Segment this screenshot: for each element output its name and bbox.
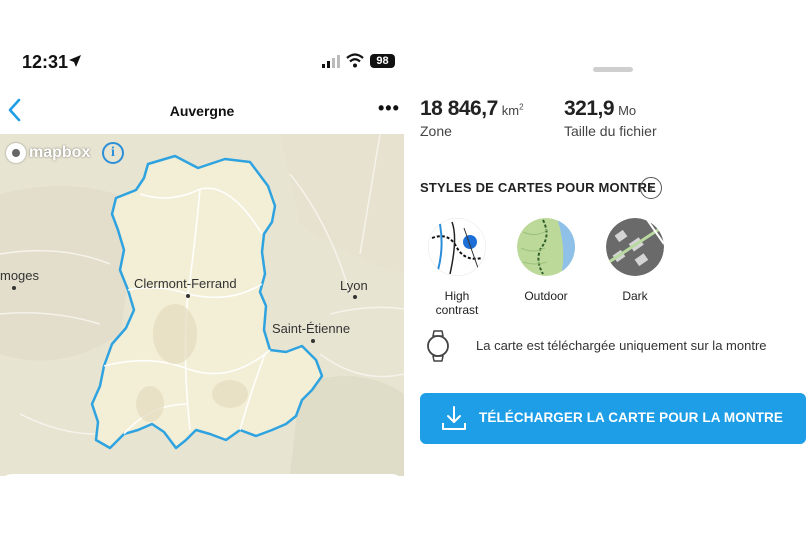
wifi-icon — [346, 53, 364, 68]
area-stat: 18 846,7 km2 Zone — [420, 97, 524, 139]
style-option-outdoor[interactable]: Outdoor — [506, 218, 586, 303]
signal-icon — [322, 55, 340, 68]
city-marker — [311, 339, 315, 343]
city-label-clermont-ferrand: Clermont-Ferrand — [134, 276, 237, 291]
city-marker — [353, 295, 357, 299]
area-value: 18 846,7 — [420, 97, 498, 120]
region-map[interactable]: mapbox i moges Clermont-Ferrand Lyon Sai… — [0, 134, 404, 476]
status-bar: 12:31 98 — [0, 0, 404, 90]
info-icon[interactable]: i — [640, 177, 662, 199]
style-option-dark[interactable]: Dark — [595, 217, 675, 303]
download-button-label: TÉLÉCHARGER LA CARTE POUR LA MONTRE — [479, 410, 783, 425]
download-sheet: 18 846,7 km2 Zone 321,9 Mo Taille du fichi… — [404, 0, 810, 540]
style-label-dark: Dark — [622, 289, 648, 303]
map-styles-title: STYLES DE CARTES POUR MONTRE — [420, 180, 657, 195]
city-label-saint-etienne: Saint-Étienne — [272, 321, 351, 336]
file-size-stat: 321,9 Mo Taille du fichier — [564, 97, 657, 139]
watch-icon — [427, 330, 449, 362]
area-unit: km2 — [501, 102, 524, 118]
location-arrow-icon — [69, 55, 81, 67]
high-contrast-thumbnail — [427, 217, 487, 277]
city-marker — [12, 286, 16, 290]
map-screen: 12:31 98 Auvergne ••• mapbox i moges Cle… — [0, 0, 404, 540]
sheet-grabber[interactable] — [593, 67, 633, 72]
style-label-outdoor: Outdoor — [524, 289, 568, 303]
battery-indicator: 98 — [370, 54, 395, 68]
city-marker — [186, 294, 190, 298]
download-note: La carte est téléchargée uniquement sur … — [476, 338, 767, 353]
file-size-value: 321,9 — [564, 97, 615, 120]
file-size-unit: Mo — [618, 103, 637, 118]
download-map-button[interactable]: TÉLÉCHARGER LA CARTE POUR LA MONTRE — [420, 393, 806, 444]
more-options-button[interactable]: ••• — [378, 98, 404, 122]
map-canvas — [0, 134, 404, 476]
city-label-limoges: moges — [0, 268, 40, 283]
status-time: 12:31 — [22, 52, 69, 72]
city-label-lyon: Lyon — [340, 278, 368, 293]
area-label: Zone — [420, 123, 452, 139]
page-title: Auvergne — [169, 103, 235, 119]
style-label-high-contrast: High contrast — [435, 289, 479, 317]
nav-bar: Auvergne ••• — [0, 92, 404, 132]
mapbox-logo: mapbox — [6, 142, 90, 164]
dark-thumbnail — [605, 217, 665, 276]
mapbox-mark-icon — [6, 143, 26, 163]
map-attribution-info-button[interactable]: i — [102, 142, 124, 164]
outdoor-thumbnail — [517, 218, 575, 276]
mapbox-wordmark: mapbox — [29, 144, 91, 161]
style-option-high-contrast[interactable]: High contrast — [417, 217, 497, 317]
file-size-label: Taille du fichier — [564, 123, 657, 139]
bottom-sheet-edge — [0, 474, 404, 540]
download-icon — [442, 406, 466, 430]
